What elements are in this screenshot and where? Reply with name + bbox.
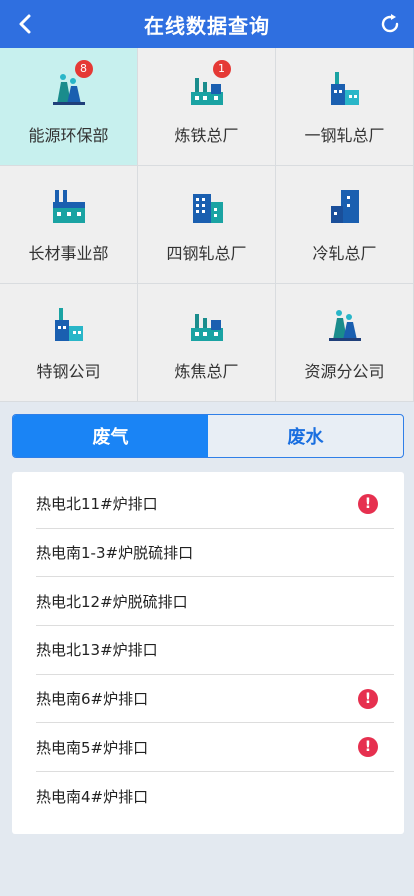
list-item[interactable]: 热电北11#炉排口 ! <box>36 480 394 529</box>
department-label: 资源分公司 <box>304 361 385 381</box>
factory-icon <box>187 304 227 344</box>
outlet-name: 热电南4#炉排口 <box>36 787 149 806</box>
outlet-name: 热电南1-3#炉脱硫排口 <box>36 544 194 563</box>
outlet-name: 热电北12#炉脱硫排口 <box>36 592 188 611</box>
office-building-icon <box>187 186 227 226</box>
app-header: 在线数据查询 <box>0 0 414 48</box>
department-label: 能源环保部 <box>28 125 109 145</box>
department-item-cold-rolling[interactable]: 冷轧总厂 <box>276 166 414 284</box>
factory-building-icon <box>49 186 89 226</box>
refresh-icon[interactable] <box>376 10 404 38</box>
alert-icon: ! <box>358 688 378 709</box>
department-label: 炼铁总厂 <box>174 125 239 145</box>
factory-icon <box>49 304 89 344</box>
pollutant-tabs: 废气 废水 <box>12 414 404 458</box>
notification-badge: 8 <box>74 59 93 78</box>
department-grid: 8 能源环保部 1 炼铁总厂 一钢轧总厂 长材事业部 四钢轧总厂 冷轧总厂 特钢… <box>0 48 414 402</box>
list-item[interactable]: 热电南4#炉排口 <box>36 772 394 821</box>
outlet-name: 热电南5#炉排口 <box>36 738 149 757</box>
tab-exhaust-gas[interactable]: 废气 <box>13 415 208 457</box>
department-item-energy[interactable]: 8 能源环保部 <box>0 48 138 166</box>
alert-icon: ! <box>358 493 378 514</box>
department-item-long-products[interactable]: 长材事业部 <box>0 166 138 284</box>
department-label: 一钢轧总厂 <box>304 125 385 145</box>
department-label: 四钢轧总厂 <box>166 243 247 263</box>
department-label: 长材事业部 <box>28 243 109 263</box>
outlet-list: 热电北11#炉排口 ! 热电南1-3#炉脱硫排口 热电北12#炉脱硫排口 热电北… <box>12 472 404 834</box>
outlet-name: 热电北11#炉排口 <box>36 495 158 514</box>
outlet-name: 热电南6#炉排口 <box>36 690 149 709</box>
department-item-special-steel[interactable]: 特钢公司 <box>0 284 138 402</box>
power-plant-icon <box>325 304 365 344</box>
alert-icon: ! <box>358 737 378 758</box>
back-icon[interactable] <box>12 10 38 38</box>
list-item[interactable]: 热电北13#炉排口 <box>36 626 394 675</box>
department-label: 特钢公司 <box>36 361 101 381</box>
department-label: 炼焦总厂 <box>174 361 239 381</box>
list-item[interactable]: 热电北12#炉脱硫排口 <box>36 577 394 627</box>
factory-icon <box>325 68 365 108</box>
list-item[interactable]: 热电南1-3#炉脱硫排口 <box>36 529 394 578</box>
department-item-steel-rolling-4[interactable]: 四钢轧总厂 <box>138 166 276 284</box>
office-building-icon <box>325 186 365 226</box>
department-item-ironmaking[interactable]: 1 炼铁总厂 <box>138 48 276 166</box>
power-plant-icon: 8 <box>49 59 93 108</box>
department-item-steel-rolling-1[interactable]: 一钢轧总厂 <box>276 48 414 166</box>
department-item-coking[interactable]: 炼焦总厂 <box>138 284 276 402</box>
outlet-name: 热电北13#炉排口 <box>36 641 158 660</box>
department-label: 冷轧总厂 <box>312 243 377 263</box>
page-title: 在线数据查询 <box>144 13 270 38</box>
tab-wastewater[interactable]: 废水 <box>208 415 403 457</box>
list-item[interactable]: 热电南6#炉排口 ! <box>36 675 394 724</box>
notification-badge: 1 <box>212 59 231 78</box>
department-item-resources[interactable]: 资源分公司 <box>276 284 414 402</box>
factory-icon: 1 <box>187 59 231 108</box>
list-item[interactable]: 热电南5#炉排口 ! <box>36 723 394 773</box>
